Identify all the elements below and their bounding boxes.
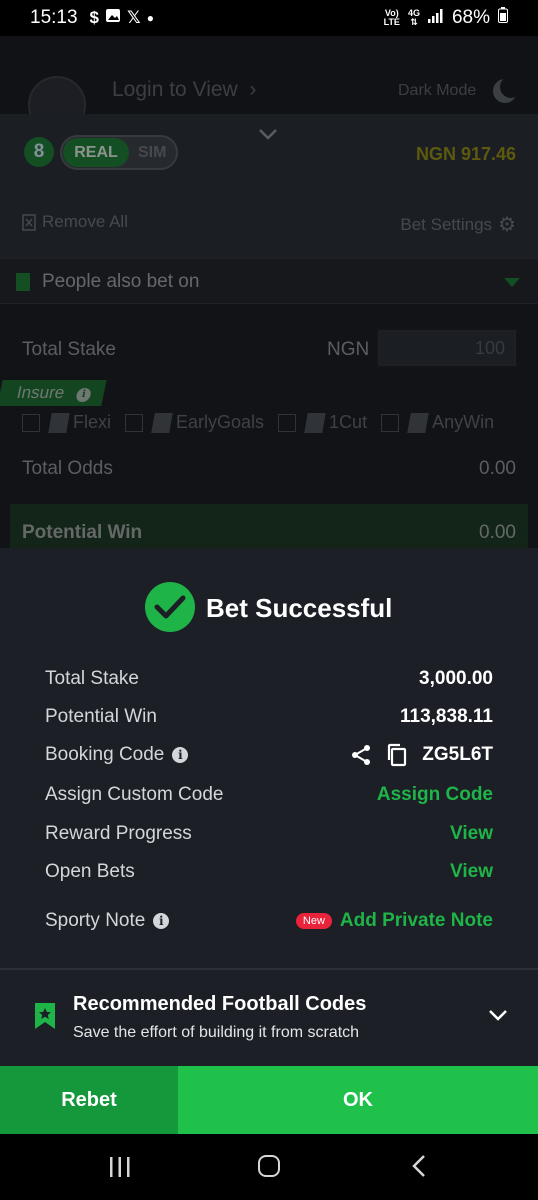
potential-win-label: Potential Win <box>45 706 157 727</box>
booking-code-group: ZG5L6T <box>350 743 493 767</box>
notification-icons: $ 𝕏 ● <box>90 8 154 28</box>
battery-percent: 68% <box>451 7 490 28</box>
home-icon[interactable] <box>258 1155 280 1177</box>
booking-code-label: Booking Code i <box>45 744 189 766</box>
ok-button[interactable]: OK <box>178 1066 538 1134</box>
custom-code-label: Assign Custom Code <box>45 784 224 805</box>
add-private-note-group[interactable]: New Add Private Note <box>295 910 493 932</box>
insure-options: Flexi EarlyGoals 1Cut AnyWin <box>22 412 494 433</box>
checkbox[interactable] <box>381 413 400 432</box>
total-stake-label: Total Stake <box>45 668 139 689</box>
insure-option-1cut[interactable]: 1Cut <box>278 412 367 433</box>
reward-progress-view-link[interactable]: View <box>450 823 493 845</box>
chevron-down-icon[interactable] <box>258 124 278 144</box>
selection-count-badge: 8 <box>24 137 54 167</box>
bet-success-modal: Bet Successful Total Stake 3,000.00 Pote… <box>0 548 538 1066</box>
trash-icon <box>22 214 36 231</box>
x-icon: 𝕏 <box>127 8 141 27</box>
currency-label: NGN <box>327 339 370 360</box>
modal-title: Bet Successful <box>206 593 393 623</box>
login-link[interactable]: Login to View › <box>112 78 256 102</box>
reward-progress-label: Reward Progress <box>45 823 192 844</box>
network-4g-icon: 4G ⇅ <box>407 8 420 27</box>
info-icon: i <box>75 388 93 402</box>
checkbox[interactable] <box>125 413 144 432</box>
info-icon[interactable]: i <box>153 913 170 929</box>
battery-icon <box>498 7 508 29</box>
real-sim-toggle[interactable]: REAL SIM <box>60 135 178 170</box>
dot-icon: ● <box>146 11 154 25</box>
dark-mode-label: Dark Mode <box>398 82 477 99</box>
potential-win-row: Potential Win 0.00 <box>10 504 528 548</box>
insure-tag: Insure i <box>0 380 107 406</box>
signal-icon <box>427 7 444 29</box>
new-badge: New <box>295 913 332 929</box>
check-circle-icon <box>145 582 195 632</box>
system-nav-bar <box>0 1134 538 1200</box>
open-bets-view-link[interactable]: View <box>450 861 493 883</box>
dollar-icon: $ <box>89 8 100 27</box>
people-also-bet-on-row[interactable]: People also bet on <box>0 258 538 304</box>
anywin-icon <box>407 412 429 433</box>
potential-win-value: 113,838.11 <box>400 706 493 727</box>
remove-all-button[interactable]: Remove All <box>22 212 128 232</box>
back-icon[interactable] <box>411 1154 427 1178</box>
caret-down-icon <box>504 278 520 287</box>
background-betslip: Login to View › Dark Mode 8 REAL SIM NGN… <box>0 36 538 548</box>
toggle-real[interactable]: REAL <box>63 138 129 167</box>
divider <box>0 968 538 970</box>
1cut-icon <box>304 412 326 433</box>
booking-code-value: ZG5L6T <box>422 744 493 765</box>
volte-icon: Vo) LTE <box>383 8 400 27</box>
bookmark-icon <box>16 273 30 291</box>
toggle-sim[interactable]: SIM <box>138 144 166 162</box>
total-odds-label: Total Odds <box>22 458 113 479</box>
people-also-bet-on-label: People also bet on <box>42 271 200 292</box>
total-stake-label: Total Stake <box>22 339 116 360</box>
recommended-codes-subtitle: Save the effort of building it from scra… <box>73 1024 360 1041</box>
recent-apps-icon[interactable] <box>108 1156 132 1178</box>
assign-code-link[interactable]: Assign Code <box>377 784 493 806</box>
recommended-codes-title: Recommended Football Codes <box>73 993 367 1015</box>
earlygoals-icon <box>151 412 173 433</box>
bet-settings-button[interactable]: Bet Settings ⚙ <box>400 212 516 237</box>
insure-option-earlygoals[interactable]: EarlyGoals <box>125 412 264 433</box>
bookmark-star-icon <box>35 1003 55 1029</box>
checkbox[interactable] <box>278 413 297 432</box>
moon-icon[interactable] <box>493 76 522 103</box>
rebet-button[interactable]: Rebet <box>0 1066 178 1134</box>
add-private-note-link[interactable]: Add Private Note <box>340 910 493 931</box>
chevron-down-icon[interactable] <box>488 1008 508 1022</box>
balance: NGN 917.46 <box>415 144 516 164</box>
potential-win-value: 0.00 <box>479 522 516 543</box>
copy-icon[interactable] <box>386 743 408 767</box>
status-bar: 15:13 $ 𝕏 ● Vo) LTE 4G ⇅ 68% <box>0 0 538 36</box>
open-bets-label: Open Bets <box>45 861 135 882</box>
flexi-icon <box>48 412 70 433</box>
potential-win-label: Potential Win <box>22 522 143 543</box>
image-icon <box>105 8 121 28</box>
checkbox[interactable] <box>22 413 40 432</box>
insure-option-flexi[interactable]: Flexi <box>22 412 111 433</box>
total-odds-value: 0.00 <box>479 458 516 479</box>
stake-input[interactable]: 100 <box>378 330 516 366</box>
info-icon[interactable]: i <box>172 747 189 763</box>
total-stake-value: 3,000.00 <box>419 668 493 689</box>
gear-icon: ⚙ <box>498 214 516 236</box>
sporty-note-label: Sporty Note i <box>45 910 170 932</box>
status-time: 15:13 <box>30 7 78 28</box>
insure-option-anywin[interactable]: AnyWin <box>381 412 494 433</box>
stake-section: Total Stake NGN 100 Insure i Flexi Early… <box>0 304 538 548</box>
share-icon[interactable] <box>350 744 372 766</box>
